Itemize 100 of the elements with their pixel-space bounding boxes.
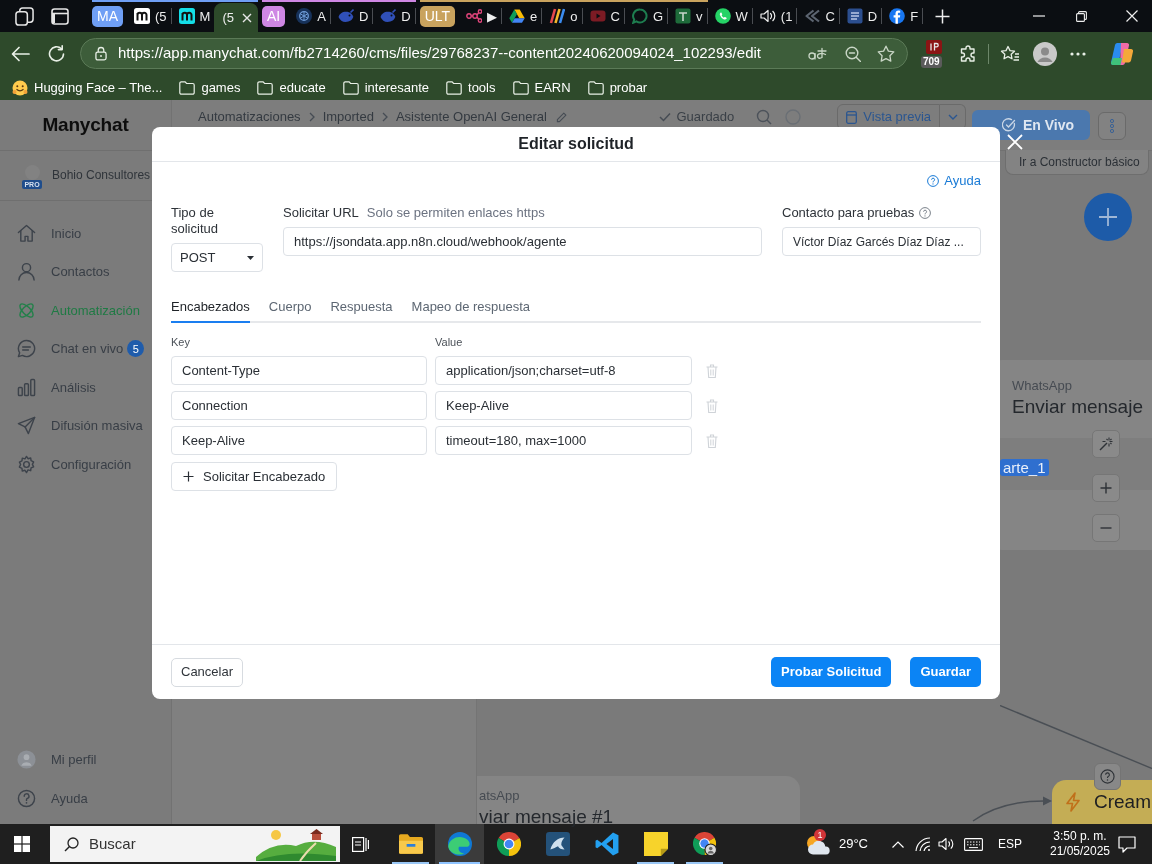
zoom-in-button[interactable] [1092,474,1120,502]
bookmark[interactable]: tools [446,77,496,98]
m-logo-icon [178,8,195,24]
key-field[interactable]: Connection [171,391,427,420]
clock-date: 21/05/2025 [1049,844,1111,859]
browser-tab[interactable]: ▶ [459,0,502,32]
plus-icon [1100,482,1112,494]
variable-chip: arte_1 [1000,459,1049,476]
chevron-right-icon [381,112,388,122]
bookmark[interactable]: interesante [342,77,430,98]
bookmark[interactable]: probar [587,77,648,98]
field-hint: Solo se permiten enlaces https [366,204,545,223]
test-request-button[interactable]: Probar Solicitud [771,657,892,687]
star-icon[interactable] [877,45,895,62]
zoom-out-icon[interactable] [845,45,861,62]
browser-tab[interactable]: o [542,0,582,32]
translate-icon[interactable] [808,45,828,62]
save-button[interactable]: Guardar [910,657,981,687]
search-field[interactable]: Buscar [50,826,340,862]
f-logo-icon [889,8,906,24]
task-view-icon[interactable] [351,836,369,852]
browser-tab[interactable]: W [707,0,752,32]
contact-field[interactable]: Víctor Díaz Garcés Díaz Díaz ... [782,227,981,256]
folder-icon [257,80,274,95]
puzzle-icon[interactable] [959,44,977,63]
restore-icon[interactable] [1076,10,1087,22]
tab[interactable]: Mapeo de respuesta [411,293,531,323]
bookmark[interactable]: Hugging Face – The... [12,77,163,98]
reload-icon[interactable] [48,45,65,62]
sun-cloud-icon[interactable] [804,834,831,855]
tab[interactable]: Respuesta [330,293,393,323]
help-icon [17,789,36,808]
profile-avatar-icon[interactable] [1033,41,1057,66]
vertical-dots-icon [1110,119,1114,133]
volume-icon[interactable] [938,837,954,851]
browser-tab[interactable]: D [330,0,373,32]
wifi-icon[interactable] [915,837,931,851]
more-icon[interactable] [1070,51,1086,56]
bar-chart-icon [17,377,36,397]
app-logo[interactable]: Manychat [42,110,129,140]
extension-icon[interactable] [926,39,942,54]
folder-icon [446,80,463,95]
browser-tab[interactable]: F [882,0,923,32]
help-link[interactable]: Ayuda [927,171,981,191]
close-icon[interactable] [241,12,252,23]
add-header-button[interactable]: Solicitar Encabezado [171,462,338,491]
notification-icon[interactable] [1118,835,1136,853]
taskbar-app[interactable] [435,824,484,864]
help-icon[interactable] [919,207,932,219]
browser-tab[interactable]: e [502,0,542,32]
live-button[interactable]: En Vivo [972,110,1090,140]
bookmark[interactable]: EARN [512,77,571,98]
basic-builder-button[interactable]: Ir a Constructor básico [1005,150,1149,175]
caret-down-icon [247,255,254,260]
browser-tab[interactable]: M [171,0,215,32]
plus-icon [183,471,194,482]
browser-tab[interactable]: D [373,0,415,32]
browser-tab[interactable]: A [289,0,330,32]
close-icon[interactable] [1126,10,1138,22]
tab[interactable]: Cuerpo [268,293,312,323]
browser-tab[interactable]: (5 [214,3,258,32]
keyboard-icon[interactable] [964,837,983,851]
browser-tab[interactable]: C [582,0,624,32]
browser-tab[interactable]: v [668,0,707,32]
help-button[interactable] [1094,763,1121,790]
value-field[interactable]: Keep-Alive [435,391,692,420]
nav-item[interactable]: Chat en vivo 5 [0,329,145,368]
windows-logo-icon[interactable] [14,836,30,852]
browser-tab[interactable]: C [797,0,839,32]
value-field[interactable]: timeout=180, max=1000 [435,426,692,455]
chevron-up-icon[interactable] [892,840,904,848]
bookmark[interactable]: games [179,77,241,98]
favorites-icon[interactable] [1000,45,1020,62]
browser-tab[interactable]: (5 [127,0,171,32]
sheet-icon [675,8,692,24]
magic-wand-icon [1099,437,1113,451]
swirl-logo-icon [447,832,472,856]
colorful-logo-icon[interactable] [1110,41,1134,66]
key-field[interactable]: Content-Type [171,356,427,385]
value-field[interactable]: application/json;charset=utf-8 [435,356,692,385]
save-status: Guardado [676,108,735,127]
workspaces-icon[interactable] [15,6,34,26]
zoom-out-button[interactable] [1092,514,1120,542]
new-tab-icon[interactable] [935,8,951,24]
address-field[interactable]: https://app.manychat.com/fb2714260/cms/files/29768237--content20240620094024_102293/edit [80,38,908,69]
browser-tab[interactable]: (1 [752,0,797,32]
url-field[interactable]: https://jsondata.app.n8n.cloud/webhook/agente [283,227,762,256]
key-field[interactable]: Keep-Alive [171,426,427,455]
browser-tab[interactable]: G [624,0,668,32]
back-icon[interactable] [11,45,30,62]
avatar-icon [17,750,36,769]
language-indicator[interactable]: ESP [998,835,1022,853]
field-label: Tipo de solicitud [171,205,219,237]
browser-tab[interactable]: D [839,0,882,32]
tab[interactable]: Encabezados [171,293,250,323]
temperature-text[interactable]: 29°C [838,834,868,854]
tab-actions-icon[interactable] [51,7,69,25]
cancel-button[interactable]: Cancelar [171,657,244,687]
method-select[interactable]: POST [171,243,263,272]
bookmark[interactable]: educate [257,77,326,98]
